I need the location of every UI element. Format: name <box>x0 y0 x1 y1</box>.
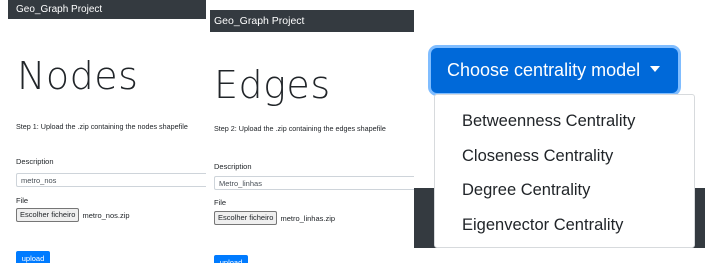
file-input[interactable]: Escolher ficheiro metro_nos.zip <box>16 208 130 222</box>
page-title: Edges <box>214 63 331 107</box>
navbar-title[interactable]: Geo_Graph Project <box>16 4 102 15</box>
upload-button[interactable]: upload <box>214 255 248 263</box>
description-label: Description <box>16 157 54 166</box>
centrality-dropdown-menu: Betweenness Centrality Closeness Central… <box>434 94 695 248</box>
choose-file-button[interactable]: Escolher ficheiro <box>214 211 278 225</box>
navbar: Geo_Graph Project <box>210 10 414 32</box>
file-name: metro_linhas.zip <box>280 213 336 223</box>
description-label: Description <box>214 162 252 171</box>
page-title: Nodes <box>17 54 139 98</box>
menu-item-closeness[interactable]: Closeness Centrality <box>462 147 613 166</box>
file-input[interactable]: Escolher ficheiro metro_linhas.zip <box>214 211 335 225</box>
menu-item-degree[interactable]: Degree Centrality <box>462 181 590 200</box>
file-label: File <box>214 198 227 207</box>
nodes-panel: Geo_Graph Project Nodes Step 1: Upload t… <box>8 0 206 263</box>
description-input[interactable]: metro_nos <box>16 173 206 187</box>
caret-down-icon <box>650 66 661 73</box>
choose-centrality-dropdown-button[interactable]: Choose centrality model <box>431 48 678 93</box>
step-instruction: Step 1: Upload the .zip containing the n… <box>16 122 188 131</box>
menu-item-eigenvector[interactable]: Eigenvector Centrality <box>462 216 623 235</box>
menu-item-betweenness[interactable]: Betweenness Centrality <box>462 112 635 131</box>
navbar: Geo_Graph Project <box>8 0 206 19</box>
dropdown-button-label: Choose centrality model <box>447 60 641 80</box>
description-input[interactable]: Metro_linhas <box>214 176 414 190</box>
file-name: metro_nos.zip <box>82 210 130 220</box>
upload-button[interactable]: upload <box>16 251 50 263</box>
choose-file-button[interactable]: Escolher ficheiro <box>16 208 80 222</box>
step-instruction: Step 2: Upload the .zip containing the e… <box>214 124 386 133</box>
file-label: File <box>16 196 29 205</box>
navbar-title[interactable]: Geo_Graph Project <box>214 15 304 27</box>
edges-panel: Geo_Graph Project Edges Step 2: Upload t… <box>210 10 414 263</box>
